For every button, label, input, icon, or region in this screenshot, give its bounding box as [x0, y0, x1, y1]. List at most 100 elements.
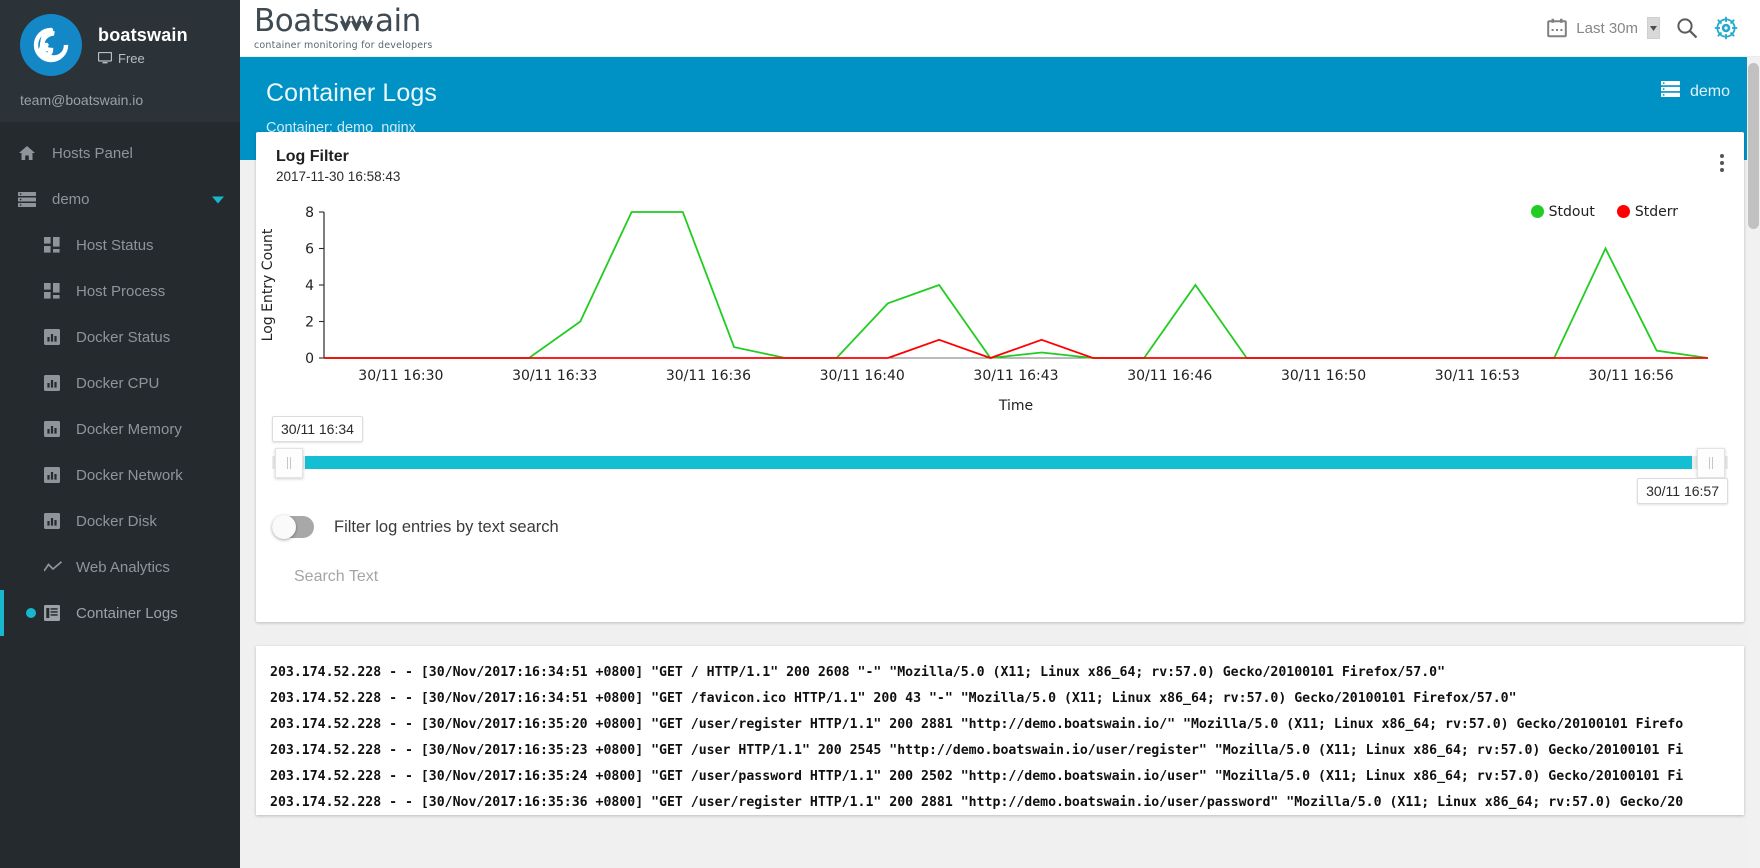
card-timestamp: 2017-11-30 16:58:43: [276, 169, 401, 184]
sidebar-item-label: Host Process: [76, 282, 166, 300]
log-line: 203.174.52.228 - - [30/Nov/2017:16:35:20…: [270, 716, 1684, 732]
app-root: boatswain Free team@boatswain.io Hosts P…: [0, 0, 1760, 868]
text-search-filter-row: Filter log entries by text search: [256, 515, 1744, 539]
sidebar-item-label: Container Logs: [76, 604, 178, 622]
svg-text:6: 6: [305, 242, 314, 258]
logs-icon: [44, 605, 68, 621]
svg-text:8: 8: [305, 205, 314, 221]
content-area: Log Filter 2017-11-30 16:58:43 Stdout St…: [240, 132, 1760, 816]
slider-handle-left[interactable]: [275, 448, 303, 478]
log-line: 203.174.52.228 - - [30/Nov/2017:16:34:51…: [270, 690, 1517, 706]
sidebar-item-label: Host Status: [76, 236, 154, 254]
svg-text:30/11 16:50: 30/11 16:50: [1281, 368, 1366, 384]
log-line: 203.174.52.228 - - [30/Nov/2017:16:35:36…: [270, 794, 1684, 810]
svg-text:2: 2: [305, 315, 314, 331]
top-bar-controls: Last 30m: [1547, 16, 1738, 40]
main-area: Boats ain container monitoring for devel…: [240, 0, 1760, 868]
sidebar-username: boatswain: [98, 24, 188, 45]
svg-text:30/11 16:40: 30/11 16:40: [820, 368, 905, 384]
banner-host-badge[interactable]: demo: [1660, 81, 1730, 102]
svg-text:0: 0: [305, 351, 314, 367]
dashboard-icon: [44, 237, 68, 253]
log-output-panel[interactable]: 203.174.52.228 - - [30/Nov/2017:16:34:51…: [256, 646, 1744, 816]
log-line: 203.174.52.228 - - [30/Nov/2017:16:35:23…: [270, 742, 1684, 758]
scrollbar-thumb[interactable]: [1748, 63, 1759, 229]
text-search-toggle-label: Filter log entries by text search: [334, 517, 559, 536]
sidebar-item-docker-network[interactable]: Docker Network: [0, 452, 240, 498]
line-chart-icon: [44, 561, 68, 573]
sidebar-item-web-analytics[interactable]: Web Analytics: [0, 544, 240, 590]
time-range-selector[interactable]: Last 30m: [1547, 17, 1660, 39]
dashboard-icon: [44, 283, 68, 299]
slider-handle-right[interactable]: [1697, 448, 1725, 478]
svg-text:30/11 16:46: 30/11 16:46: [1127, 368, 1212, 384]
text-search-toggle[interactable]: [272, 515, 314, 539]
server-icon: [18, 191, 44, 207]
logo-tagline: container monitoring for developers: [254, 39, 433, 51]
app-logo: Boats ain container monitoring for devel…: [252, 2, 433, 51]
banner-host-label: demo: [1689, 82, 1730, 100]
log-filter-card: Log Filter 2017-11-30 16:58:43 Stdout St…: [256, 132, 1744, 622]
search-text-row: [256, 538, 1744, 594]
sidebar-item-docker-disk[interactable]: Docker Disk: [0, 498, 240, 544]
series-line-stdout: [324, 211, 1709, 359]
calendar-icon[interactable]: [1547, 18, 1568, 38]
sidebar: boatswain Free team@boatswain.io Hosts P…: [0, 0, 240, 868]
toggle-knob: [272, 515, 296, 539]
kebab-menu-icon[interactable]: [1716, 150, 1728, 176]
monitor-icon: [98, 52, 112, 64]
time-range-slider[interactable]: 30/11 16:34 30/11 16:57: [256, 416, 1744, 512]
bar-chart-icon: [44, 421, 68, 437]
x-axis-ticks: 30/11 16:30 30/11 16:33 30/11 16:36 30/11 1…: [358, 368, 1673, 384]
legend-label-stdout: Stdout: [1548, 204, 1595, 220]
active-indicator-dot: [26, 608, 36, 618]
legend-item-stderr[interactable]: Stderr: [1616, 204, 1678, 220]
time-range-label: Last 30m: [1576, 19, 1638, 37]
logo-text-right: ain: [375, 2, 421, 39]
sidebar-item-label: Hosts Panel: [52, 144, 133, 162]
legend-item-stdout[interactable]: Stdout: [1530, 204, 1595, 220]
legend-swatch-stderr: [1616, 205, 1630, 218]
svg-text:30/11 16:53: 30/11 16:53: [1435, 368, 1520, 384]
sidebar-item-docker-memory[interactable]: Docker Memory: [0, 406, 240, 452]
sidebar-plan: Free: [98, 51, 188, 66]
svg-text:4: 4: [305, 278, 314, 294]
y-axis-label: Log Entry Count: [260, 228, 276, 341]
y-axis-ticks: 0 2 4 6 8: [305, 205, 324, 367]
server-icon: [1660, 81, 1680, 102]
sidebar-item-docker-status[interactable]: Docker Status: [0, 314, 240, 360]
bar-chart-icon: [44, 513, 68, 529]
sidebar-item-label: Docker Status: [76, 328, 171, 346]
slider-end-label: 30/11 16:57: [1637, 478, 1728, 504]
sidebar-item-docker-cpu[interactable]: Docker CPU: [0, 360, 240, 406]
x-axis-label: Time: [998, 398, 1033, 414]
sidebar-item-host-status[interactable]: Host Status: [0, 222, 240, 268]
sidebar-item-host-process[interactable]: Host Process: [0, 268, 240, 314]
sidebar-item-demo[interactable]: demo: [0, 176, 240, 222]
search-text-input[interactable]: [272, 562, 1728, 594]
sidebar-item-hosts-panel[interactable]: Hosts Panel: [0, 130, 240, 176]
sidebar-email: team@boatswain.io: [20, 92, 144, 108]
sidebar-item-label: Docker Network: [76, 466, 183, 484]
legend-swatch-stdout: [1530, 205, 1544, 218]
sidebar-item-container-logs[interactable]: Container Logs: [0, 590, 240, 636]
log-line: 203.174.52.228 - - [30/Nov/2017:16:34:51…: [270, 665, 1446, 680]
svg-text:30/11 16:43: 30/11 16:43: [973, 368, 1058, 384]
svg-text:30/11 16:36: 30/11 16:36: [666, 368, 751, 384]
slider-fill: [305, 456, 1692, 469]
slider-track[interactable]: [272, 448, 1728, 478]
sidebar-item-label: Docker Disk: [76, 512, 157, 530]
bar-chart-icon: [44, 375, 68, 391]
search-icon[interactable]: [1676, 17, 1698, 39]
waves-chevron-icon: [340, 14, 374, 31]
page-scrollbar[interactable]: [1747, 57, 1760, 868]
time-range-dropdown-arrow[interactable]: [1647, 17, 1660, 39]
sidebar-plan-label: Free: [118, 50, 145, 66]
logo-text-left: Boats: [254, 2, 340, 39]
chevron-down-icon[interactable]: [212, 191, 224, 208]
ship-wheel-icon[interactable]: [1714, 16, 1738, 40]
log-line: 203.174.52.228 - - [30/Nov/2017:16:35:24…: [270, 768, 1684, 784]
log-entry-chart: Stdout Stderr 0 2 4 6 8 30/11 16:30 30/11 16:…: [256, 198, 1744, 416]
sidebar-item-label: Web Analytics: [76, 558, 170, 576]
card-header: Log Filter 2017-11-30 16:58:43: [256, 132, 1744, 190]
